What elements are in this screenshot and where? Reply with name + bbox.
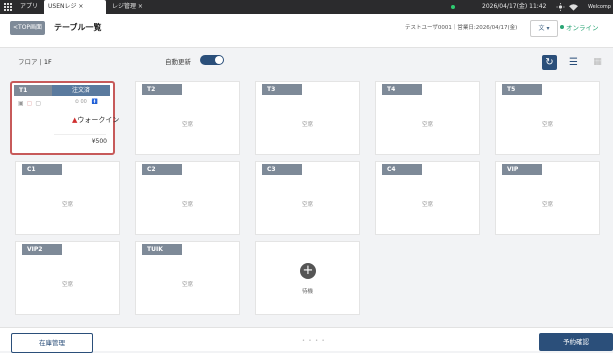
- table-tag: VIP: [502, 164, 542, 175]
- waiting-label: 待機: [301, 289, 313, 295]
- grid-icon: ▦: [593, 57, 602, 67]
- app-header: <TOP画面 テーブル一覧 テストユーザ0001｜営業日:2026/04/17(…: [0, 14, 613, 48]
- print-icon: ▣: [18, 100, 24, 107]
- tab-usen-register[interactable]: USENレジ ×: [44, 0, 106, 14]
- table-status: 空席: [181, 122, 193, 128]
- language-button[interactable]: 文 ▾: [530, 20, 558, 37]
- table-tag: C3: [262, 164, 302, 175]
- connection-dot-icon: [451, 5, 455, 9]
- table-card-c4[interactable]: C4 空席: [375, 161, 480, 235]
- table-status: 空席: [421, 122, 433, 128]
- order-amount: ¥500: [91, 138, 107, 145]
- table-card-tuik[interactable]: TUIK 空席: [135, 241, 240, 315]
- reservation-button[interactable]: 予約確認: [539, 333, 613, 351]
- customer-type-label: ウォークイン: [77, 116, 120, 124]
- table-status: 空席: [301, 122, 313, 128]
- user-business-day-info: テストユーザ0001｜営業日:2026/04/17(金): [405, 25, 518, 31]
- apps-tab[interactable]: アプリ: [20, 0, 38, 14]
- elapsed-time-value: 00: [80, 99, 87, 105]
- table-tag: T3: [262, 84, 302, 95]
- tab-register-management[interactable]: レジ管理 ×: [112, 0, 143, 14]
- floor-selector[interactable]: フロア | 1F: [18, 56, 52, 66]
- online-dot-icon: [560, 25, 564, 29]
- table-status: 空席: [181, 202, 193, 208]
- toolbar: フロア | 1F 自動更新 ↻ ☰ ▦: [0, 48, 613, 76]
- auto-update-toggle[interactable]: [200, 55, 224, 65]
- table-card-c3[interactable]: C3 空席: [255, 161, 360, 235]
- receipt-icon: ▢: [26, 100, 33, 107]
- table-status: 空席: [301, 202, 313, 208]
- customer-type: ▲ウォークイン: [72, 115, 119, 125]
- table-tag: T4: [382, 84, 422, 95]
- apps-grid-icon[interactable]: [4, 3, 12, 11]
- top-screen-label: TOP画面: [18, 24, 43, 31]
- ordered-badge: 注文済: [52, 85, 110, 96]
- table-card-c2[interactable]: C2 空席: [135, 161, 240, 235]
- brightness-icon[interactable]: [556, 3, 565, 11]
- table-status: 空席: [61, 202, 73, 208]
- table-card-t3[interactable]: T3 空席: [255, 81, 360, 155]
- elapsed-time: ⏲ 00 🚹: [75, 99, 98, 105]
- floor-value: 1F: [43, 58, 52, 66]
- plus-icon: +: [300, 263, 316, 279]
- list-icon: ☰: [569, 57, 578, 68]
- page-indicator: • • • •: [302, 338, 326, 344]
- online-status: オンライン: [560, 21, 599, 35]
- wifi-icon[interactable]: [569, 3, 578, 11]
- table-status: 空席: [61, 282, 73, 288]
- footer-bar: 在庫管理 • • • • 予約確認: [0, 327, 613, 353]
- system-user-label: Welcomp: [588, 4, 611, 10]
- table-status: 空席: [181, 282, 193, 288]
- table-card-t5[interactable]: T5 空席: [495, 81, 600, 155]
- table-tag: T2: [142, 84, 182, 95]
- divider: [54, 134, 106, 135]
- table-card-t2[interactable]: T2 空席: [135, 81, 240, 155]
- list-view-button[interactable]: ☰: [566, 55, 581, 70]
- refresh-icon: ↻: [545, 57, 554, 68]
- auto-update-label: 自動更新: [165, 58, 191, 66]
- table-card-vip[interactable]: VIP 空席: [495, 161, 600, 235]
- table-icons: ▣ ▢ ▢: [18, 100, 44, 107]
- table-card-c1[interactable]: C1 空席: [15, 161, 120, 235]
- table-status: 空席: [541, 202, 553, 208]
- table-card-t4[interactable]: T4 空席: [375, 81, 480, 155]
- table-tag: T1: [14, 85, 52, 96]
- memo-icon: ▢: [35, 100, 42, 107]
- top-screen-button[interactable]: <TOP画面: [10, 21, 46, 35]
- table-status: 空席: [421, 202, 433, 208]
- table-tag: C2: [142, 164, 182, 175]
- system-bar: アプリ USENレジ × レジ管理 × 2026/04/17(金) 11:42 …: [0, 0, 613, 14]
- table-status: 空席: [541, 122, 553, 128]
- add-waiting-card[interactable]: + 待機: [255, 241, 360, 315]
- table-tag: TUIK: [142, 244, 182, 255]
- table-card-t1[interactable]: T1 注文済 ▣ ▢ ▢ ⏲ 00 🚹 ▲ウォークイン ¥500: [10, 81, 119, 155]
- table-tag: VIP2: [22, 244, 62, 255]
- online-label: オンライン: [566, 24, 599, 32]
- page-title: テーブル一覧: [54, 23, 102, 32]
- grid-view-button[interactable]: ▦: [590, 55, 605, 70]
- refresh-button[interactable]: ↻: [542, 55, 557, 70]
- table-tag: C4: [382, 164, 422, 175]
- inventory-button[interactable]: 在庫管理: [11, 333, 93, 353]
- table-card-vip2[interactable]: VIP2 空席: [15, 241, 120, 315]
- system-datetime: 2026/04/17(金) 11:42: [482, 3, 547, 10]
- table-tag: C1: [22, 164, 62, 175]
- floor-label: フロア: [18, 58, 38, 66]
- table-tag: T5: [502, 84, 542, 95]
